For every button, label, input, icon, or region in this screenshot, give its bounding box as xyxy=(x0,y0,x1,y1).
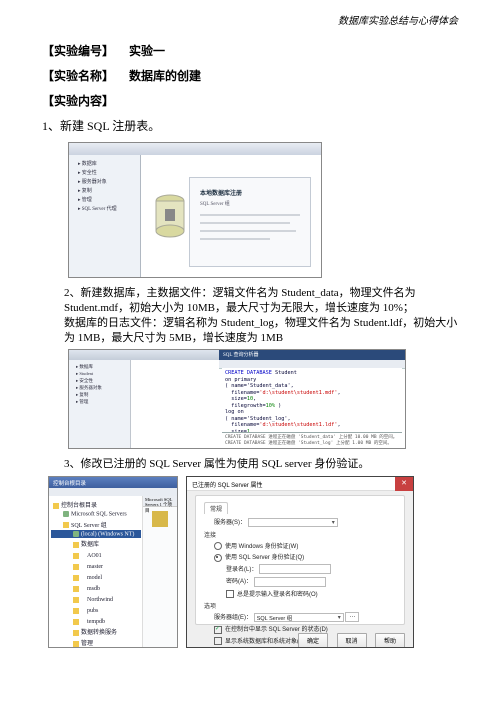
radio-win-auth[interactable] xyxy=(214,542,222,550)
login-input[interactable] xyxy=(259,564,331,574)
s2-messages: CREATE DATABASE 进程正在磁盘 'Student_data' 上分… xyxy=(222,432,402,446)
login-label: 登录名(L)： xyxy=(226,567,257,573)
step-3: 3、修改已注册的 SQL Server 属性为使用 SQL server 身份验… xyxy=(64,457,458,472)
tree-item[interactable]: ▸ 安全性 xyxy=(71,377,128,384)
s2-code: CREATE DATABASE Student on primary ( nam… xyxy=(222,368,402,434)
s2-titlebar: SQL 查询分析器 xyxy=(219,350,405,360)
screenshot-3-dialog: 已注册的 SQL Server 属性 ✕ 常规 服务器(S)： 连接 使用 Wi… xyxy=(186,476,414,648)
tree-item[interactable]: (local) (Windows NT) xyxy=(51,530,141,538)
page-header: 数据库实验总结与心得体会 xyxy=(338,12,458,27)
tree-item[interactable]: Northwind xyxy=(51,593,141,604)
exp-id-label: 【实验编号】 xyxy=(42,44,114,58)
step-2: 2、新建数据库，主数据文件：逻辑文件名为 Student_data，物理文件名为… xyxy=(64,286,458,345)
exp-name-label: 【实验名称】 xyxy=(42,69,114,83)
tree-item[interactable]: 数据转换服务 xyxy=(51,626,141,637)
tree-item[interactable]: ▸ SQL Server 代理 xyxy=(72,204,137,213)
screenshot-2: ▸ 数据库▸ Student▸ 安全性▸ 服务器对象▸ 复制▸ 管理 SQL 查… xyxy=(68,349,406,449)
screenshot-3-tree: 控制台根目录 控制台根目录Microsoft SQL ServersSQL Se… xyxy=(48,476,178,648)
tree-item[interactable]: ▸ 服务器对象 xyxy=(71,384,128,391)
s1-panel-title: 本地数据库注册 xyxy=(200,188,242,197)
s3a-right-head: Microsoft SQL Servers 1 个项目 xyxy=(143,496,177,507)
tree-item[interactable]: model xyxy=(51,571,141,582)
cancel-button[interactable]: 取消 xyxy=(337,633,367,648)
tree-item[interactable]: SQL Server 组 xyxy=(51,519,141,530)
tree-item[interactable]: msdb xyxy=(51,582,141,593)
server-combo[interactable] xyxy=(248,518,338,527)
s1-tree: ▸ 数据库▸ 安全性▸ 服务器对象▸ 复制▸ 管理▸ SQL Server 代理 xyxy=(69,155,141,277)
s3a-right: Microsoft SQL Servers 1 个项目 xyxy=(142,496,177,647)
group-label: 服务器组(E)： xyxy=(214,615,252,621)
tree-item[interactable]: 管理 xyxy=(51,637,141,648)
server-icon xyxy=(151,191,189,241)
s2-left: ▸ 数据库▸ Student▸ 安全性▸ 服务器对象▸ 复制▸ 管理 xyxy=(69,350,220,448)
tree-item[interactable]: ▸ Student xyxy=(71,370,128,377)
radio-sql-auth[interactable] xyxy=(214,554,222,562)
close-icon[interactable]: ✕ xyxy=(395,477,413,491)
s1-panel-sub: SQL Server 组 xyxy=(200,200,230,207)
tree-item[interactable]: ▸ 复制 xyxy=(71,391,128,398)
exp-name-row: 【实验名称】 数据库的创建 xyxy=(42,67,458,84)
tree-item[interactable]: AO01 xyxy=(51,549,141,560)
chk-prompt-label: 总是提示输入登录名和密码(O) xyxy=(237,592,318,598)
tree-item[interactable]: ▸ 数据库 xyxy=(71,363,128,370)
tree-item[interactable]: ▸ 复制 xyxy=(72,186,137,195)
sect-options: 选项 xyxy=(204,601,396,610)
chk-prompt[interactable] xyxy=(226,590,234,598)
screenshot-1: ▸ 数据库▸ 安全性▸ 服务器对象▸ 复制▸ 管理▸ SQL Server 代理… xyxy=(68,142,322,278)
s2-right: SQL 查询分析器 CREATE DATABASE Student on pri… xyxy=(219,350,405,448)
pwd-label: 密码(A)： xyxy=(226,579,252,585)
sect-conn: 连接 xyxy=(204,530,396,539)
group-combo[interactable]: SQL Server 组 xyxy=(254,613,344,622)
radio-sql-label: 使用 SQL Server 身份验证(Q) xyxy=(225,555,304,561)
exp-id-value: 实验一 xyxy=(129,44,165,58)
tree-item[interactable]: Microsoft SQL Servers xyxy=(51,510,141,518)
tab-general[interactable]: 常规 xyxy=(204,502,228,514)
tree-item[interactable]: 控制台根目录 xyxy=(51,499,141,510)
group-ellipsis-button[interactable]: … xyxy=(345,612,359,622)
ok-button[interactable]: 确定 xyxy=(298,633,328,648)
server-group-icon xyxy=(152,511,168,527)
dialog-body: 常规 服务器(S)： 连接 使用 Windows 身份验证(W) 使用 SQL … xyxy=(195,495,405,625)
s3a-tree: 控制台根目录Microsoft SQL ServersSQL Server 组(… xyxy=(49,496,143,647)
s1-main: 本地数据库注册 SQL Server 组 xyxy=(141,155,321,277)
tree-item[interactable]: 数据库 xyxy=(51,538,141,549)
tree-item[interactable]: ▸ 管理 xyxy=(72,195,137,204)
tree-item[interactable]: ▸ 安全性 xyxy=(72,168,137,177)
tree-item[interactable]: tempdb xyxy=(51,615,141,626)
s2-tree: ▸ 数据库▸ Student▸ 安全性▸ 服务器对象▸ 复制▸ 管理 xyxy=(69,360,131,448)
dialog-title: 已注册的 SQL Server 属性 ✕ xyxy=(187,477,413,491)
tree-item[interactable]: master xyxy=(51,560,141,571)
dialog-title-text: 已注册的 SQL Server 属性 xyxy=(192,483,262,489)
pwd-input[interactable] xyxy=(254,577,326,587)
tree-item[interactable]: ▸ 服务器对象 xyxy=(72,177,137,186)
tree-item[interactable]: ▸ 管理 xyxy=(71,398,128,405)
s1-panel: 本地数据库注册 SQL Server 组 xyxy=(189,177,311,267)
exp-id-row: 【实验编号】 实验一 xyxy=(42,42,458,59)
tree-item[interactable]: pubs xyxy=(51,604,141,615)
help-button[interactable]: 帮助 xyxy=(375,633,405,648)
exp-name-value: 数据库的创建 xyxy=(129,69,201,83)
tree-item[interactable]: ▸ 数据库 xyxy=(72,159,137,168)
exp-content-label: 【实验内容】 xyxy=(42,92,458,109)
server-label: 服务器(S)： xyxy=(214,520,246,526)
s3a-title: 控制台根目录 xyxy=(49,477,177,488)
radio-win-label: 使用 Windows 身份验证(W) xyxy=(225,544,298,550)
step-1: 1、新建 SQL 注册表。 xyxy=(42,117,458,134)
